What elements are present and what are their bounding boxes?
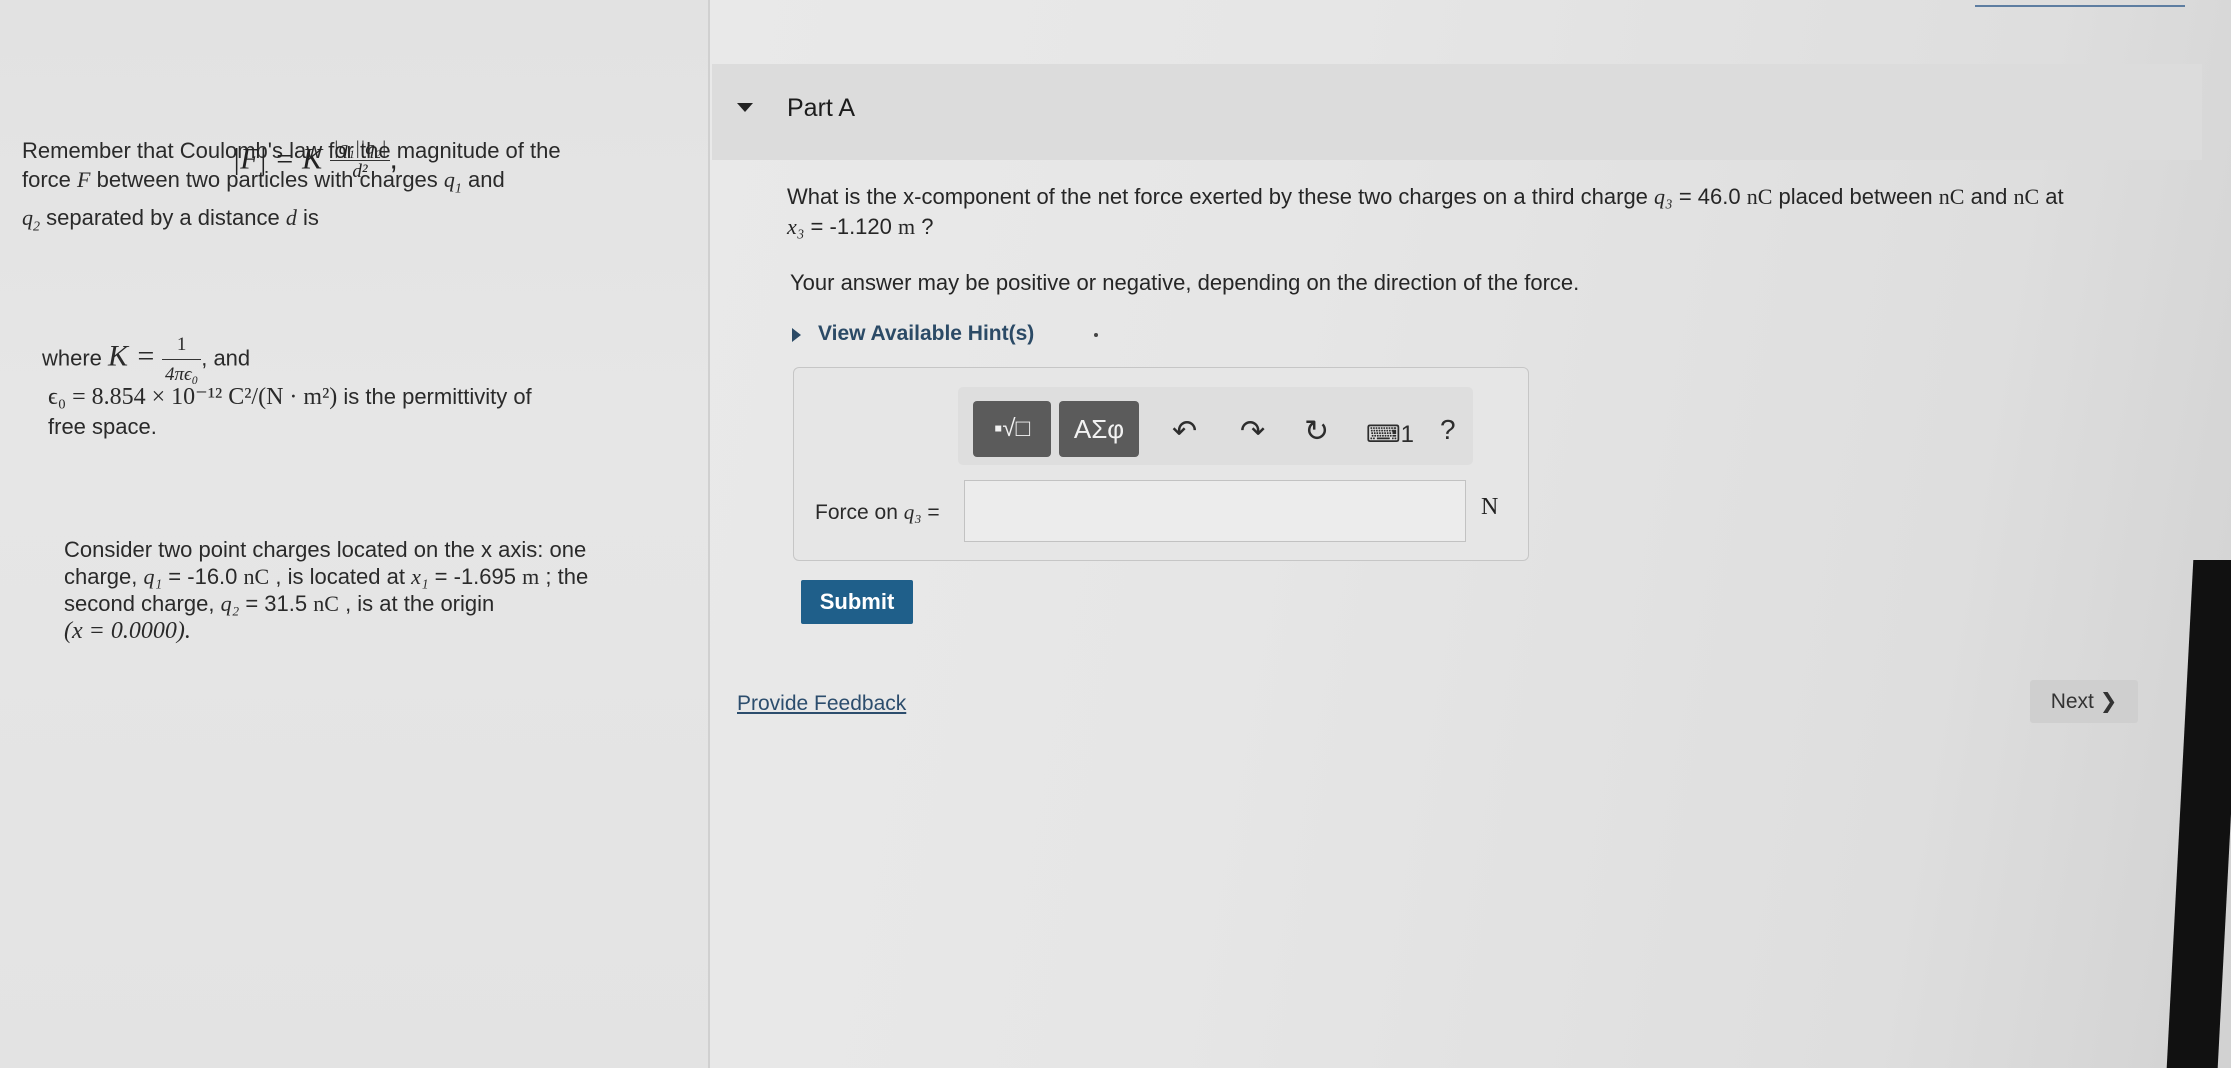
top-nav-links[interactable] [1975,0,2185,7]
force-label: Force on q₃ = [815,500,940,524]
sign-note: Your answer may be positive or negative,… [790,270,1580,295]
provide-feedback-link[interactable]: Provide Feedback [737,692,906,716]
templates-button[interactable]: ▪√□ [973,401,1051,457]
k-definition: where K = 1 4πϵ₀ , and [42,330,250,389]
q1-symbol: q1 [443,167,462,197]
unit-label: N [1481,494,1499,520]
undo-icon[interactable]: ↶ [1172,414,1197,449]
next-button[interactable]: Next ❯ [2030,680,2138,723]
reset-icon[interactable]: ↻ [1304,414,1329,449]
formula-fraction: |q₁||q₂| d² [330,138,390,183]
view-hints-link[interactable]: View Available Hint(s) [818,322,1034,346]
left-info-pane: Remember that Coulomb's law for the magn… [0,0,710,1068]
problem-setup: Consider two point charges located on th… [64,537,589,644]
k-fraction: 1 4πϵ₀ [161,330,202,389]
epsilon-definition: ϵ₀ = 8.854 × 10⁻¹² C²/(N · m²) is the pe… [48,384,532,439]
hint-expand-icon[interactable] [792,328,801,342]
help-icon[interactable]: ? [1440,414,1456,446]
greek-icon: ΑΣφ [1073,413,1125,444]
q2-symbol: q2 [22,205,40,235]
templates-icon: ▪√□ [993,415,1031,442]
part-a-header[interactable] [712,64,2202,160]
greek-symbols-button[interactable]: ΑΣφ [1059,401,1139,457]
force-answer-input[interactable] [964,480,1466,542]
keyboard-icon[interactable]: ⌨1 [1366,420,1414,449]
coulomb-formula: |F| = K |q₁||q₂| d² , [232,138,398,183]
part-title: Part A [787,94,856,122]
submit-button[interactable]: Submit [801,580,913,624]
redo-icon[interactable]: ↷ [1240,414,1265,449]
question-text: What is the x-component of the net force… [787,184,2064,239]
hint-dot [1094,333,1098,337]
collapse-caret-icon[interactable] [737,103,753,112]
